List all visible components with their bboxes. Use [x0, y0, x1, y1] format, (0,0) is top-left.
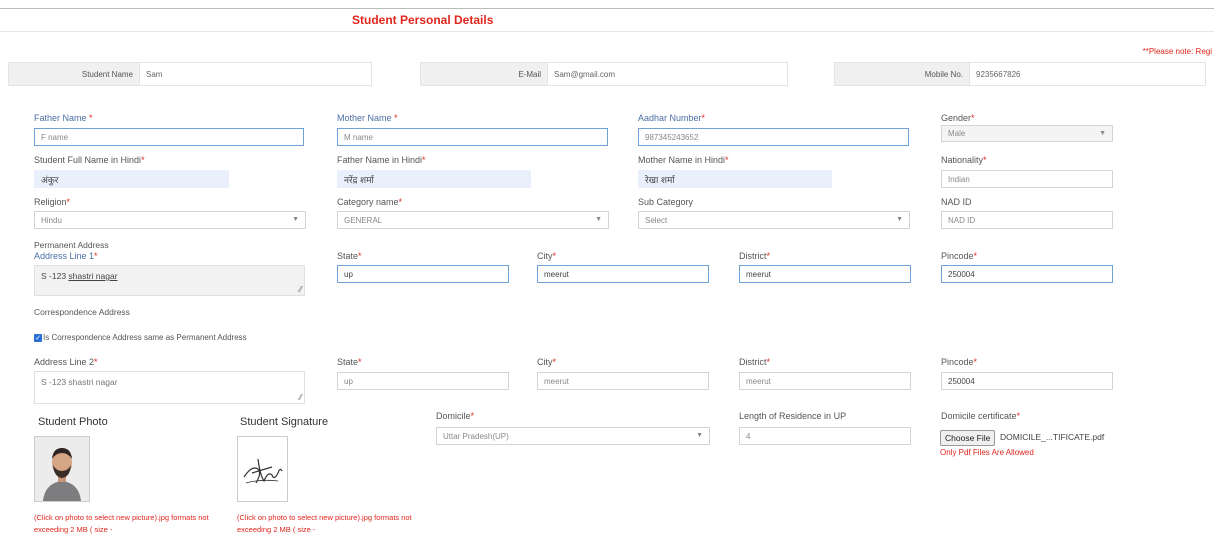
- address-line1-prefix: S -123: [41, 271, 69, 281]
- nad-id-label: NAD ID: [941, 197, 972, 207]
- domicile-label: Domicile*: [436, 411, 475, 421]
- father-hindi-label: Father Name in Hindi*: [337, 155, 426, 165]
- perm-state-input[interactable]: up: [337, 265, 509, 283]
- domicile-value: Uttar Pradesh(UP): [443, 431, 509, 441]
- address-line1-spellcheck-word: shastri nagar: [68, 271, 118, 281]
- email-label: E-Mail: [420, 62, 548, 86]
- photo-hint: (Click on photo to select new picture).j…: [34, 513, 209, 534]
- corr-district-label: District*: [739, 357, 771, 367]
- mobile-value: 9235667826: [970, 62, 1206, 86]
- perm-district-label: District*: [739, 251, 771, 261]
- signature-hint: (Click on photo to select new picture).j…: [237, 513, 412, 534]
- chevron-down-icon: ▼: [595, 216, 602, 223]
- email-value: Sam@gmail.com: [548, 62, 788, 86]
- check-icon: ✓: [35, 334, 41, 342]
- same-address-checkbox[interactable]: ✓: [34, 334, 42, 342]
- mobile-row: Mobile No. 9235667826: [834, 62, 1206, 86]
- page-header-bar: [0, 8, 1214, 32]
- permanent-address-heading: Permanent Address: [34, 240, 109, 250]
- perm-pincode-input[interactable]: 250004: [941, 265, 1113, 283]
- corr-city-input[interactable]: meerut: [537, 372, 709, 390]
- address-line2-label: Address Line 2*: [34, 357, 98, 367]
- chevron-down-icon: ▼: [292, 216, 299, 223]
- mobile-label: Mobile No.: [834, 62, 970, 86]
- aadhar-input[interactable]: 987345243652: [638, 128, 909, 146]
- student-photo-title: Student Photo: [38, 416, 108, 428]
- category-select[interactable]: GENERAL ▼: [337, 211, 609, 229]
- religion-value: Hindu: [41, 215, 62, 225]
- nad-id-input[interactable]: NAD ID: [941, 211, 1113, 229]
- chevron-down-icon: ▼: [1099, 130, 1106, 137]
- corr-state-label: State*: [337, 357, 362, 367]
- resize-grip-icon[interactable]: ⁄⁄: [299, 285, 302, 294]
- email-row: E-Mail Sam@gmail.com: [420, 62, 788, 86]
- student-name-value: Sam: [140, 62, 372, 86]
- sub-category-label: Sub Category: [638, 197, 694, 207]
- selected-file-name: DOMICILE_...TIFICATE.pdf: [1000, 432, 1105, 442]
- chevron-down-icon: ▼: [696, 432, 703, 439]
- student-photo[interactable]: [34, 436, 90, 502]
- perm-city-input[interactable]: meerut: [537, 265, 709, 283]
- religion-select[interactable]: Hindu ▼: [34, 211, 306, 229]
- student-name-label: Student Name: [8, 62, 140, 86]
- address-line2-value: S -123 shastri nagar: [41, 377, 118, 387]
- page-title: Student Personal Details: [352, 13, 494, 27]
- domicile-select[interactable]: Uttar Pradesh(UP) ▼: [436, 427, 710, 445]
- address-line1-label: Address Line 1*: [34, 251, 98, 261]
- domicile-certificate-label: Domicile certificate*: [941, 411, 1021, 421]
- registration-note: **Please note: Regi: [1142, 47, 1212, 56]
- mother-hindi-input[interactable]: रेखा शर्मा: [638, 170, 832, 188]
- corr-district-input[interactable]: meerut: [739, 372, 911, 390]
- student-hindi-input[interactable]: अंकुर: [34, 170, 229, 188]
- perm-city-label: City*: [537, 251, 557, 261]
- father-hindi-input[interactable]: नरेंद्र शर्मा: [337, 170, 531, 188]
- student-hindi-label: Student Full Name in Hindi*: [34, 155, 145, 165]
- gender-value: Male: [948, 129, 966, 138]
- sub-category-select[interactable]: Select ▼: [638, 211, 910, 229]
- student-photo-image: [35, 437, 89, 501]
- sub-category-value: Select: [645, 215, 668, 225]
- father-name-label: Father Name *: [34, 113, 93, 123]
- aadhar-label: Aadhar Number*: [638, 113, 706, 123]
- address-line2-textarea[interactable]: S -123 shastri nagar ⁄⁄: [34, 371, 305, 404]
- father-name-input[interactable]: F name: [34, 128, 304, 146]
- choose-file-button[interactable]: Choose File: [940, 430, 996, 446]
- perm-district-input[interactable]: meerut: [739, 265, 911, 283]
- perm-pincode-label: Pincode*: [941, 251, 978, 261]
- gender-select[interactable]: Male ▼: [941, 125, 1113, 142]
- resize-grip-icon[interactable]: ⁄⁄: [299, 393, 302, 402]
- mother-name-input[interactable]: M name: [337, 128, 608, 146]
- correspondence-address-heading: Correspondence Address: [34, 307, 130, 317]
- pdf-only-note: Only Pdf Files Are Allowed: [940, 448, 1034, 457]
- corr-city-label: City*: [537, 357, 557, 367]
- corr-state-input[interactable]: up: [337, 372, 509, 390]
- perm-state-label: State*: [337, 251, 362, 261]
- gender-label: Gender*: [941, 113, 975, 123]
- category-label: Category name*: [337, 197, 403, 207]
- signature-image: [243, 458, 283, 484]
- mother-hindi-label: Mother Name in Hindi*: [638, 155, 729, 165]
- corr-pincode-input[interactable]: 250004: [941, 372, 1113, 390]
- mother-name-label: Mother Name *: [337, 113, 398, 123]
- residence-length-input[interactable]: 4: [739, 427, 911, 445]
- nationality-label: Nationality*: [941, 155, 987, 165]
- student-name-row: Student Name Sam: [8, 62, 372, 86]
- nationality-input[interactable]: Indian: [941, 170, 1113, 188]
- chevron-down-icon: ▼: [896, 216, 903, 223]
- religion-label: Religion*: [34, 197, 71, 207]
- category-value: GENERAL: [344, 215, 383, 225]
- corr-pincode-label: Pincode*: [941, 357, 978, 367]
- student-signature[interactable]: [237, 436, 288, 502]
- same-address-label: Is Correspondence Address same as Perman…: [43, 333, 247, 342]
- address-line1-textarea[interactable]: S -123 shastri nagar ⁄⁄: [34, 265, 305, 296]
- student-signature-title: Student Signature: [240, 416, 329, 428]
- residence-length-label: Length of Residence in UP: [739, 411, 847, 421]
